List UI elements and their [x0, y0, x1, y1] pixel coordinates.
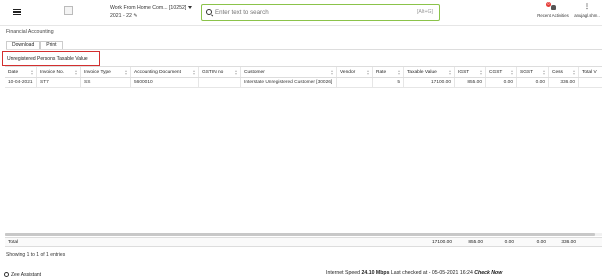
bell-icon [550, 5, 556, 10]
sort-icon[interactable] [543, 70, 546, 75]
column-header-sgst[interactable]: SGST [517, 67, 549, 77]
sort-icon[interactable] [398, 70, 401, 75]
menu-icon[interactable] [13, 9, 21, 16]
sort-icon[interactable] [31, 70, 34, 75]
entries-info: Showing 1 to 1 of 1 entries [6, 252, 66, 258]
footer-bar: Zee Assistant Internet Speed 24.10 Mbps … [0, 270, 602, 279]
sort-icon[interactable] [480, 70, 483, 75]
edit-icon[interactable]: ✎ [133, 13, 137, 19]
horizontal-scrollbar[interactable] [5, 233, 602, 236]
recent-activities-label: Recent Activities [537, 13, 569, 18]
column-header-cgst[interactable]: CGST [486, 67, 517, 77]
column-header-gstin[interactable]: GSTIN no [199, 67, 241, 77]
sort-icon[interactable] [331, 70, 334, 75]
company-name: Work From Home Com... [10252] [110, 5, 187, 11]
column-header-cess[interactable]: Cess [549, 67, 579, 77]
cell-accounting-document: 5600010 [131, 78, 199, 87]
recent-activities[interactable]: Recent Activities [536, 3, 570, 18]
column-header-customer[interactable]: Customer [241, 67, 337, 77]
top-bar: Work From Home Com... [10252] 2021 - 22 … [0, 0, 602, 26]
sort-icon[interactable] [449, 70, 452, 75]
breadcrumb: Financial Accounting [6, 29, 54, 35]
sort-icon[interactable] [367, 70, 370, 75]
cell-rate: 5 [373, 78, 404, 87]
speed-value: 24.10 Mbps [361, 270, 390, 276]
cell-cgst: 0.00 [486, 78, 517, 87]
last-checked: Last checked at - 05-05-2021 16:24 [390, 270, 473, 276]
search-input[interactable] [215, 7, 395, 18]
cell-date: 10-04-2021 [5, 78, 37, 87]
sort-icon[interactable] [75, 70, 78, 75]
assistant-launcher[interactable]: Zee Assistant [4, 272, 41, 278]
notification-badge: 0 [546, 2, 551, 7]
chevron-down-icon [188, 6, 193, 10]
tab-divider [6, 49, 602, 50]
total-taxable-value: 17100.00 [431, 240, 452, 245]
scrollbar-thumb[interactable] [5, 233, 595, 236]
column-header-accounting-document[interactable]: Accounting Document [131, 67, 199, 77]
totals-row: Total 17100.00 855.00 0.00 0.00 336.00 [5, 237, 602, 247]
check-now-link[interactable]: Check Now [474, 270, 502, 276]
column-header-invoice-type[interactable]: Invoice Type [81, 67, 131, 77]
sort-icon[interactable] [125, 70, 128, 75]
fiscal-year[interactable]: 2021 - 22 ✎ [110, 13, 138, 19]
totals-label: Total [8, 240, 19, 245]
column-header-total-value[interactable]: Total V [579, 67, 602, 77]
sort-icon[interactable] [511, 70, 514, 75]
internet-speed: Internet Speed 24.10 Mbps Last checked a… [326, 270, 503, 276]
cell-gstin [199, 78, 241, 87]
sort-icon[interactable] [193, 70, 196, 75]
cell-vendor [337, 78, 373, 87]
report-title-box: Unregistered Persons Taxable Value [2, 51, 100, 66]
cell-cess: 336.00 [549, 78, 579, 87]
column-header-date[interactable]: Date [5, 67, 37, 77]
table-header: Date Invoice No. Invoice Type Accounting… [5, 67, 602, 78]
cell-invoice-no: ST7 [37, 78, 81, 87]
sort-icon[interactable] [573, 70, 576, 75]
column-header-vendor[interactable]: Vendor [337, 67, 373, 77]
report-table: Date Invoice No. Invoice Type Accounting… [5, 66, 602, 233]
column-header-invoice-no[interactable]: Invoice No. [37, 67, 81, 77]
user-menu[interactable]: ⋮ anujagl.shm.. [572, 4, 602, 18]
cell-igst: 855.00 [455, 78, 486, 87]
global-search[interactable]: [Alt+G] [201, 4, 440, 21]
cell-total-value [579, 78, 602, 87]
cell-customer: Interstate Unregistered Customer [30026] [241, 78, 337, 87]
sort-icon[interactable] [235, 70, 238, 75]
assistant-icon [4, 272, 9, 278]
search-icon [206, 9, 212, 15]
column-header-taxable-value[interactable]: Taxable Value [404, 67, 455, 77]
column-header-rate[interactable]: Rate [373, 67, 404, 77]
search-shortcut: [Alt+G] [416, 9, 433, 15]
total-sgst: 0.00 [536, 240, 546, 245]
total-cgst: 0.00 [504, 240, 514, 245]
table-row[interactable]: 10-04-2021 ST7 SS 5600010 Interstate Unr… [5, 78, 602, 88]
more-vertical-icon[interactable]: ⋮ [572, 4, 602, 10]
company-logo [64, 6, 73, 15]
cell-taxable-value: 17100.00 [404, 78, 455, 87]
total-cess: 336.00 [561, 240, 576, 245]
column-header-igst[interactable]: IGST [455, 67, 486, 77]
cell-sgst: 0.00 [517, 78, 549, 87]
company-selector[interactable]: Work From Home Com... [10252] [110, 5, 193, 11]
cell-invoice-type: SS [81, 78, 131, 87]
total-igst: 855.00 [468, 240, 483, 245]
user-name: anujagl.shm.. [574, 13, 600, 18]
report-title: Unregistered Persons Taxable Value [7, 56, 88, 62]
